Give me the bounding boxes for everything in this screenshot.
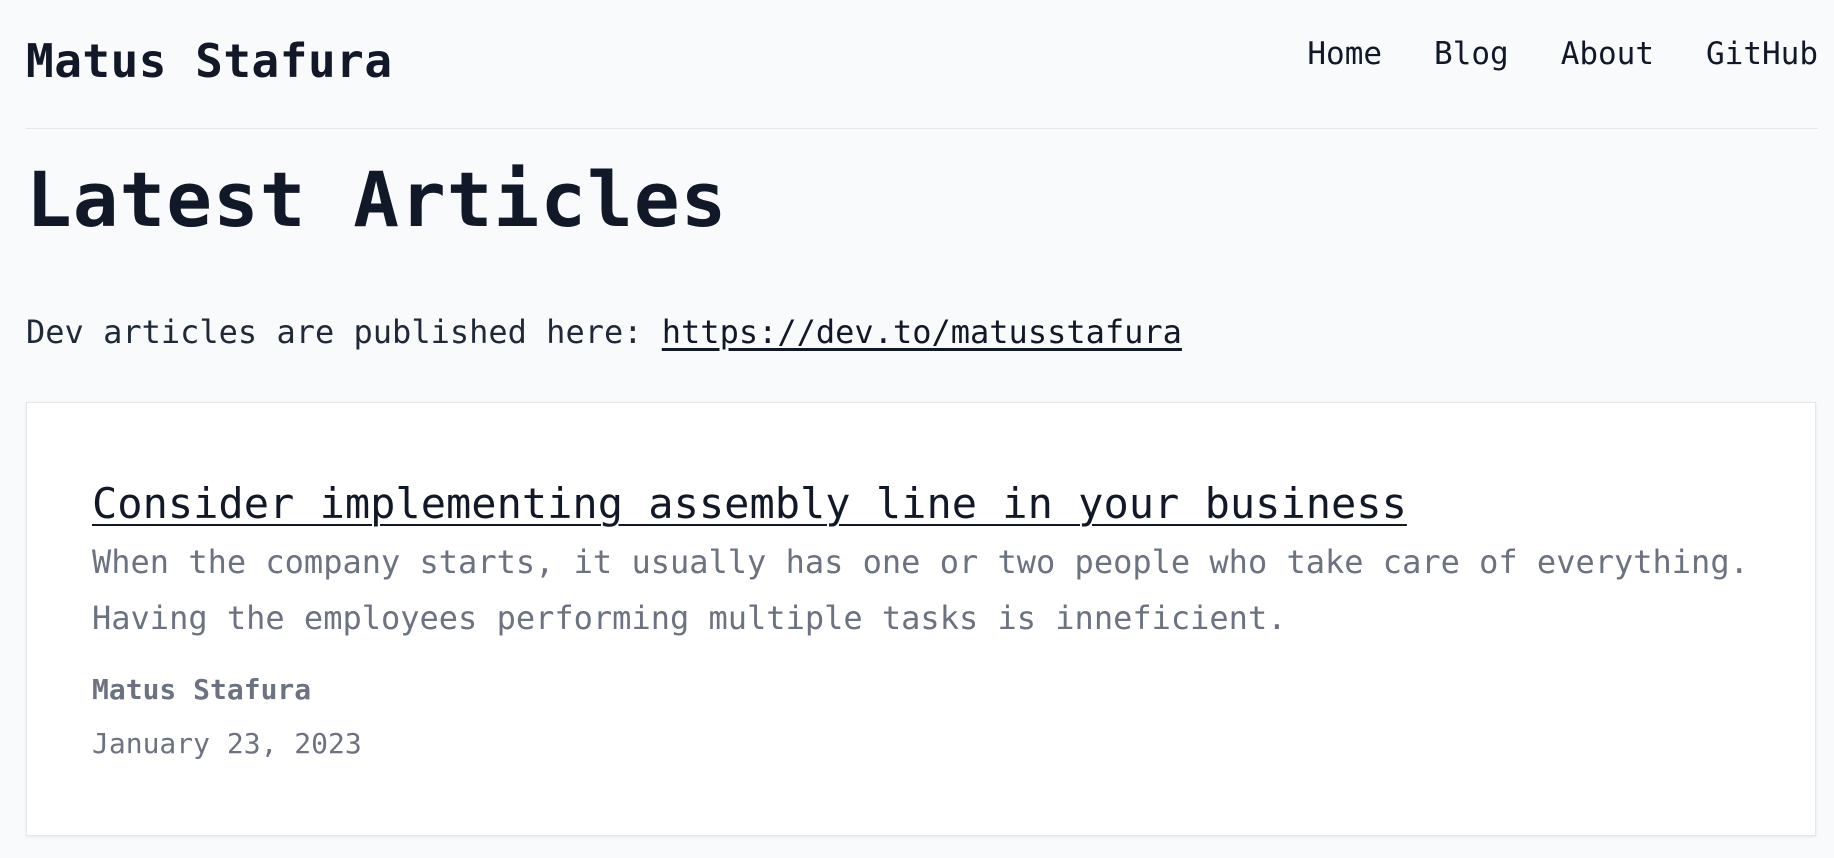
main-nav: Home Blog About GitHub	[1307, 36, 1818, 72]
intro-text: Dev articles are published here: https:/…	[26, 313, 1182, 351]
article-author: Matus Stafura	[92, 673, 312, 706]
nav-github-link[interactable]: GitHub	[1706, 36, 1818, 72]
nav-home-link[interactable]: Home	[1307, 36, 1382, 72]
site-header: Matus Stafura Home Blog About GitHub	[26, 0, 1818, 129]
article-excerpt: When the company starts, it usually has …	[92, 543, 1749, 637]
article-card: Consider implementing assembly line in y…	[26, 402, 1816, 836]
site-title[interactable]: Matus Stafura	[26, 34, 393, 88]
article-card-body: Consider implementing assembly line in y…	[92, 478, 1755, 764]
dev-to-link[interactable]: https://dev.to/matusstafura	[662, 313, 1182, 351]
nav-about-link[interactable]: About	[1561, 36, 1654, 72]
article-title-link[interactable]: Consider implementing assembly line in y…	[92, 478, 1407, 530]
nav-blog-link[interactable]: Blog	[1434, 36, 1509, 72]
intro-label: Dev articles are published here:	[26, 313, 662, 351]
page: Matus Stafura Home Blog About GitHub Lat…	[0, 0, 1834, 858]
article-date: January 23, 2023	[92, 727, 362, 760]
page-title: Latest Articles	[26, 155, 728, 244]
